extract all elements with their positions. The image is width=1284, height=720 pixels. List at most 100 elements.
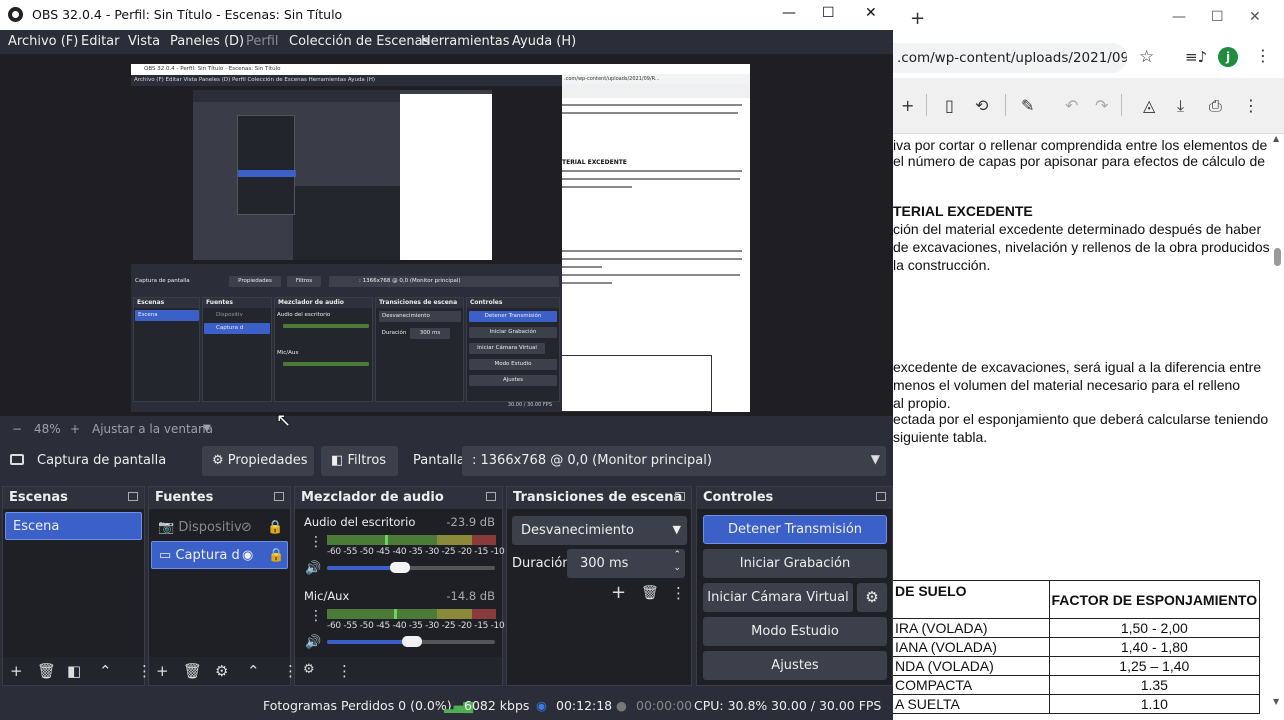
pdf-scrollbar[interactable]: ▲ ▼ xyxy=(1271,134,1284,720)
settings-button[interactable]: Ajustes xyxy=(703,651,887,680)
zoom-out-button[interactable]: − xyxy=(12,422,22,436)
close-icon[interactable]: ✕ xyxy=(865,5,877,21)
add-icon[interactable]: + xyxy=(611,582,626,603)
undock-icon[interactable] xyxy=(128,492,138,501)
rotate-icon[interactable]: ⟲ xyxy=(975,96,988,115)
menu-herramientas[interactable]: Herramientas xyxy=(421,34,510,49)
gear-icon[interactable]: ⚙ xyxy=(215,662,228,680)
download-icon[interactable]: ⤓ xyxy=(1177,96,1184,116)
preview-canvas[interactable]: OBS 32.0.4 - Perfil: Sin Título - Escena… xyxy=(0,54,893,416)
fit-to-window-label[interactable]: Ajustar a la ventana xyxy=(92,422,213,436)
maximize-icon[interactable]: ☐ xyxy=(1211,9,1224,25)
speaker-icon[interactable]: 🔊 xyxy=(305,635,321,650)
print-icon[interactable]: ⎙ xyxy=(1209,96,1222,116)
pdf-text-line: siguiente tabla. xyxy=(893,429,988,445)
display-select[interactable]: : 1366x768 @ 0,0 (Monitor principal) ▼ xyxy=(462,446,886,476)
scene-item[interactable]: Escena xyxy=(5,512,142,540)
undock-icon[interactable] xyxy=(274,492,284,501)
filters-button[interactable]: ◧ Filtros xyxy=(321,446,398,476)
eye-hidden-icon[interactable]: ⊘ xyxy=(241,520,252,535)
nested-mixer-dock: Mezclador de audio Audio del escritorio … xyxy=(274,297,373,402)
minimize-icon[interactable]: — xyxy=(1172,9,1186,25)
volume-slider-thumb[interactable] xyxy=(402,636,422,647)
advanced-audio-icon[interactable]: ⚙ xyxy=(303,662,315,677)
menu-paneles[interactable]: Paneles (D) xyxy=(170,34,244,49)
scroll-down-icon[interactable]: ▼ xyxy=(1273,697,1279,706)
menu-coleccion-escenas[interactable]: Colección de Escenas xyxy=(289,34,429,49)
start-virtual-camera-button[interactable]: Iniciar Cámara Virtual xyxy=(703,583,853,612)
add-icon[interactable]: + xyxy=(10,662,23,680)
kebab-icon[interactable]: ⋮ xyxy=(309,608,323,624)
new-tab-icon[interactable]: + xyxy=(910,8,925,29)
kebab-icon[interactable]: ⋮ xyxy=(309,534,323,550)
scenes-title-text: Escenas xyxy=(9,490,68,505)
trash-icon[interactable]: 🗑 xyxy=(37,662,56,680)
undo-icon[interactable]: ↶ xyxy=(1065,96,1078,115)
volume-slider-thumb[interactable] xyxy=(390,562,410,573)
nested-text-line xyxy=(562,186,632,188)
nested-heading: TERIAL EXCEDENTE xyxy=(562,159,627,166)
profile-avatar[interactable]: j xyxy=(1218,47,1238,67)
trash-icon[interactable]: 🗑 xyxy=(641,585,659,601)
undock-icon[interactable] xyxy=(486,492,496,501)
virtual-camera-settings-button[interactable]: ⚙ xyxy=(857,583,887,612)
nested-browser: .com/wp-content/uploads/2021/09/R... TER… xyxy=(562,64,750,412)
recording-time: 00:00:00 xyxy=(636,698,693,713)
menu-ayuda[interactable]: Ayuda (H) xyxy=(512,34,576,49)
media-controls-icon[interactable]: ≡♪ xyxy=(1185,48,1207,66)
url-field[interactable]: .com/wp-content/uploads/2021/09/R... xyxy=(893,43,1127,73)
stop-streaming-button[interactable]: Detener Transmisión xyxy=(703,515,887,544)
close-icon[interactable]: ✕ xyxy=(1249,9,1261,25)
scroll-up-icon[interactable]: ▲ xyxy=(1273,134,1279,143)
duration-spinbox[interactable]: 300 ms ⌃ ⌄ xyxy=(567,549,685,578)
studio-mode-button[interactable]: Modo Estudio xyxy=(703,617,887,646)
status-bar: Fotogramas Perdidos 0 (0.0%) ▂▄▆ 6082 kb… xyxy=(0,691,893,720)
trash-icon[interactable]: 🗑 xyxy=(183,662,202,680)
source-item[interactable]: ▭ Captura d ◉ 🔒 xyxy=(151,541,288,569)
properties-button[interactable]: ⚙ Propiedades xyxy=(202,446,314,476)
menu-editar[interactable]: Editar xyxy=(81,34,120,49)
spin-up-icon[interactable]: ⌃ xyxy=(673,550,681,560)
chevron-up-icon[interactable]: ⌃ xyxy=(247,662,260,680)
more-options-icon[interactable]: ⋮ xyxy=(1243,96,1259,115)
start-recording-button[interactable]: Iniciar Grabación xyxy=(703,549,887,578)
undock-icon[interactable] xyxy=(876,492,886,501)
speaker-icon[interactable]: 🔊 xyxy=(305,561,321,576)
transition-value: Desvanecimiento xyxy=(521,523,635,538)
nested-properties-button: Propiedades xyxy=(229,276,281,287)
redo-icon[interactable]: ↷ xyxy=(1095,96,1108,115)
sources-dock-title: Fuentes xyxy=(149,487,290,509)
zoom-in-button[interactable]: + xyxy=(70,422,80,436)
maximize-icon[interactable]: ☐ xyxy=(822,5,835,21)
chevron-up-icon[interactable]: ⌃ xyxy=(99,662,112,680)
cpu-usage: CPU: 30.8% xyxy=(694,698,768,713)
annotate-icon[interactable]: ◬ xyxy=(1143,96,1155,115)
zoom-in-icon[interactable]: + xyxy=(901,96,914,115)
source-item[interactable]: 📷 Dispositiv ⊘ 🔒 xyxy=(151,514,288,542)
browser-menu-icon[interactable]: ⋮ xyxy=(1255,46,1271,65)
lock-icon[interactable]: 🔒 xyxy=(268,548,284,563)
menu-archivo[interactable]: Archivo (F) xyxy=(8,34,78,49)
minimize-icon[interactable]: — xyxy=(782,5,796,21)
undock-icon[interactable] xyxy=(675,492,685,501)
chevron-down-icon[interactable]: ▼ xyxy=(203,423,211,434)
menu-perfil[interactable]: Perfil xyxy=(246,34,279,49)
toolbar-separator xyxy=(1005,94,1006,116)
more-icon[interactable]: ⋮ xyxy=(337,662,352,680)
filter-icon[interactable]: ◧ xyxy=(67,662,81,680)
spin-down-icon[interactable]: ⌄ xyxy=(673,563,681,573)
more-icon[interactable]: ⋮ xyxy=(671,584,686,602)
sources-dock: Fuentes 📷 Dispositiv ⊘ 🔒 ▭ Captura d ◉ 🔒… xyxy=(148,486,298,686)
lock-icon[interactable]: 🔒 xyxy=(267,520,283,535)
scrollbar-thumb[interactable] xyxy=(1274,248,1281,266)
menu-vista[interactable]: Vista xyxy=(128,34,160,49)
add-icon[interactable]: + xyxy=(156,662,169,680)
eye-icon[interactable]: ◉ xyxy=(242,548,253,563)
transition-select[interactable]: Desvanecimiento ▼ xyxy=(512,516,687,545)
bookmark-star-icon[interactable]: ☆ xyxy=(1139,47,1154,67)
fit-page-icon[interactable]: ▯ xyxy=(945,96,954,115)
channel-db: -14.8 dB xyxy=(446,589,495,603)
draw-icon[interactable]: ✎ xyxy=(1021,96,1034,115)
audio-meter xyxy=(327,609,496,619)
table-cell: A SUELTA xyxy=(893,694,1050,714)
